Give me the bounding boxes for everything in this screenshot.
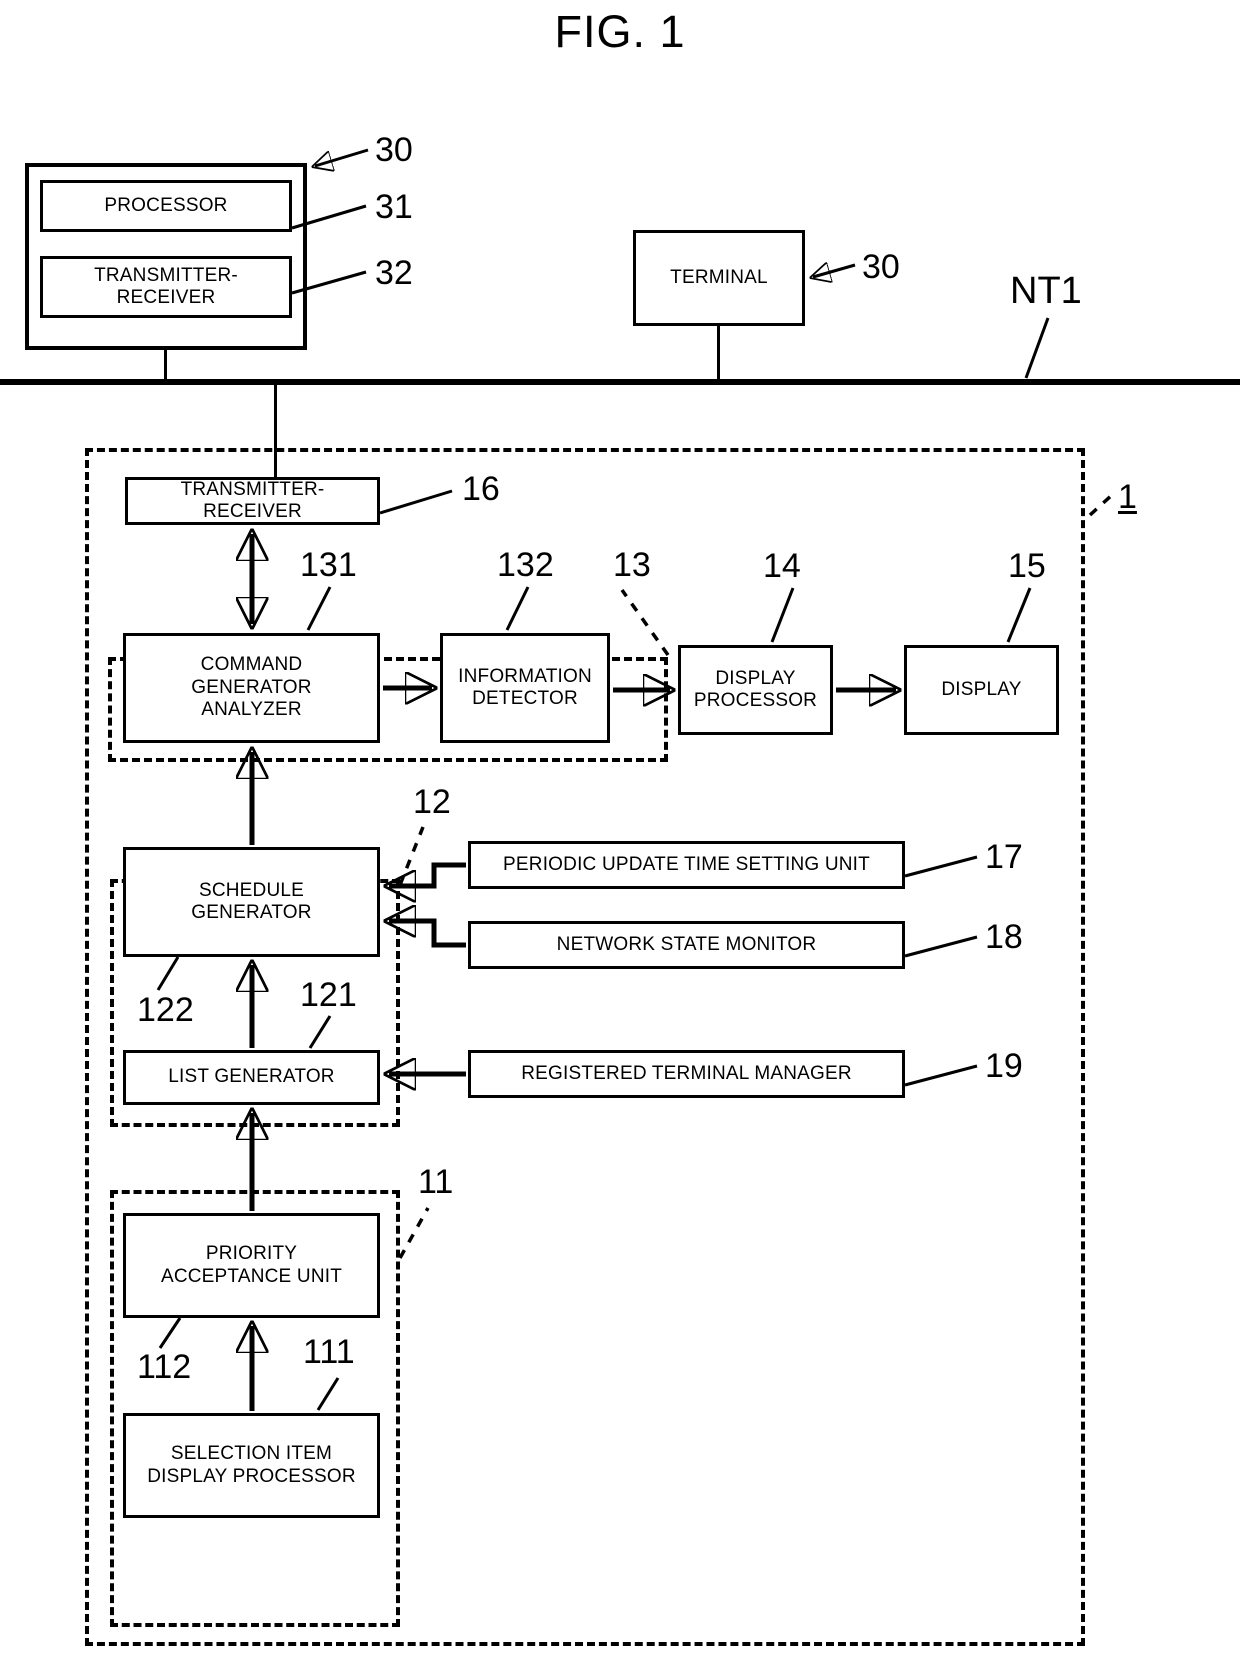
ref-19-registered-terminal-manager: 19 (985, 1047, 1023, 1085)
leader-line-111 (316, 1377, 340, 1411)
figure-canvas: FIG. 1 PROCESSOR TRANSMITTER- RECEIVER 3… (0, 0, 1240, 1663)
network-label-nt1: NT1 (1010, 270, 1082, 312)
ref-31-processor: 31 (375, 188, 413, 226)
ref-15-display: 15 (1008, 547, 1046, 585)
ref-17-periodic-update-unit: 17 (985, 838, 1023, 876)
ref-30-terminal-simple: 30 (862, 248, 900, 286)
ref-131-command-generator: 131 (300, 546, 357, 584)
ref-13-group: 13 (613, 546, 651, 584)
ref-30-terminal-detailed: 30 (375, 131, 413, 169)
ref-112-priority-acceptance-unit: 112 (137, 1348, 192, 1386)
ref-111-selection-item-display-processor: 111 (303, 1333, 355, 1371)
ref-11-group: 11 (418, 1163, 454, 1201)
ref-16-transmitter-receiver: 16 (462, 470, 500, 508)
ref-1-system: 1 (1118, 478, 1137, 516)
ref-122-schedule-generator: 122 (137, 991, 194, 1029)
ref-121-list-generator: 121 (300, 976, 357, 1014)
ref-12-group: 12 (413, 783, 451, 821)
ref-18-network-state-monitor: 18 (985, 918, 1023, 956)
ref-32-transmitter-receiver: 32 (375, 254, 413, 292)
ref-14-display-processor: 14 (763, 547, 801, 585)
ref-132-information-detector: 132 (497, 546, 554, 584)
